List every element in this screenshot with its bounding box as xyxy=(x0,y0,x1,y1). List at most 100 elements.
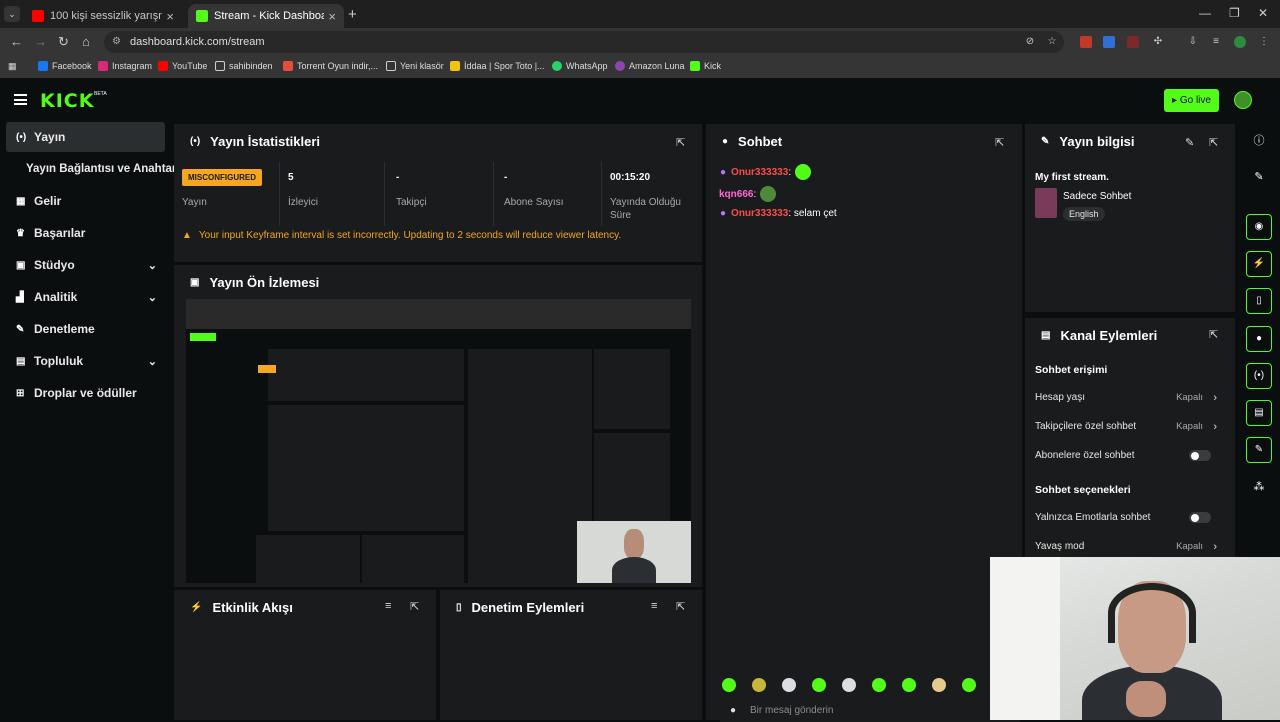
filter-icon[interactable]: ≡ xyxy=(385,600,391,612)
preview-title: Yayın Ön İzlemesi xyxy=(209,275,320,290)
extension-icon[interactable] xyxy=(1080,36,1092,48)
chat-message[interactable]: ● Onur333333: selam çet xyxy=(720,208,837,219)
kick-logo[interactable]: KICK xyxy=(40,90,94,112)
sidebar-item-droplar[interactable]: ⊞ Droplar ve ödüller xyxy=(6,378,165,408)
sidebar-item-label: Analitik xyxy=(34,290,78,304)
eye-off-icon[interactable]: ⊘ xyxy=(1024,36,1036,48)
bookmark-youtube[interactable]: YouTube xyxy=(158,61,207,71)
filter-icon[interactable]: ≡ xyxy=(651,600,657,612)
browser-tab[interactable]: 100 kişi sessizlik yarışmasında ! × xyxy=(24,4,182,28)
sidebar-item-gelir[interactable]: ▦ Gelir xyxy=(6,186,165,216)
sidebar-item-basarilar[interactable]: ♛ Başarılar xyxy=(6,218,165,248)
chat-message[interactable]: ● Onur333333: xyxy=(720,164,812,180)
minimize-icon[interactable]: — xyxy=(1199,6,1211,20)
chat-username[interactable]: Onur333333 xyxy=(731,208,788,219)
avatar[interactable] xyxy=(1234,91,1252,109)
broadcast-icon[interactable]: (•) xyxy=(1246,363,1272,389)
tab-title: Stream - Kick Dashboard xyxy=(214,10,325,22)
wrench-icon: ✎ xyxy=(1041,136,1050,147)
sidebar-item-studyo[interactable]: ▣ Stüdyo ⌄ xyxy=(6,250,165,280)
download-icon[interactable]: ⇩ xyxy=(1187,36,1199,48)
tab-search-icon[interactable]: ⌄ xyxy=(4,6,20,22)
info-icon[interactable]: ⓘ xyxy=(1246,128,1272,154)
chat-username[interactable]: kqn666 xyxy=(719,189,753,200)
emote-icon[interactable] xyxy=(782,678,796,692)
site-info-icon[interactable]: ⚙ xyxy=(112,31,121,53)
popout-icon[interactable]: ⇱ xyxy=(1209,328,1218,341)
emote-icon[interactable] xyxy=(902,678,916,692)
go-live-label: Go live xyxy=(1179,95,1211,106)
forward-icon[interactable]: → xyxy=(34,34,47,49)
popout-icon[interactable]: ⇱ xyxy=(676,136,685,149)
followers-only-row[interactable]: Takipçilere özel sohbet Kapalı › xyxy=(1035,421,1223,433)
server-icon[interactable]: ▤ xyxy=(1246,400,1272,426)
go-live-button[interactable]: ▸ Go live xyxy=(1164,89,1219,112)
extension-icon[interactable] xyxy=(1127,36,1139,48)
back-icon[interactable]: ← xyxy=(10,34,23,49)
bookmark-amazon-luna[interactable]: Amazon Luna xyxy=(615,61,685,71)
lightning-icon[interactable]: ⚡ xyxy=(1246,251,1272,277)
bookmark-whatsapp[interactable]: WhatsApp xyxy=(552,61,608,71)
home-icon[interactable]: ⌂ xyxy=(82,34,90,49)
profile-icon[interactable] xyxy=(1234,36,1246,48)
bookmark-instagram[interactable]: Instagram xyxy=(98,61,152,71)
wrench-icon[interactable]: ✎ xyxy=(1246,437,1272,463)
emote-icon[interactable] xyxy=(812,678,826,692)
sidebar-item-topluluk[interactable]: ▤ Topluluk ⌄ xyxy=(6,346,165,376)
more-widgets-icon[interactable]: ⁂ xyxy=(1246,474,1272,500)
media-control-icon[interactable]: ≡ xyxy=(1210,36,1222,48)
url-input[interactable]: ⚙ dashboard.kick.com/stream xyxy=(104,31,1064,53)
preview-toggle-icon[interactable]: ◉ xyxy=(1246,214,1272,240)
browser-tab-active[interactable]: Stream - Kick Dashboard × xyxy=(188,4,344,28)
apps-grid-icon[interactable]: ▦ xyxy=(8,61,17,72)
sidebar-item-stream-key[interactable]: Yayın Bağlantısı ve Anahtarı xyxy=(16,154,180,184)
browser-menu-icon[interactable]: ⋮ xyxy=(1258,36,1270,48)
subs-only-toggle[interactable] xyxy=(1189,450,1211,461)
channel-actions-title: Kanal Eylemleri xyxy=(1060,328,1158,343)
extensions-puzzle-icon[interactable]: ✣ xyxy=(1152,36,1164,48)
sidebar-item-analitik[interactable]: ▟ Analitik ⌄ xyxy=(6,282,165,312)
go-live-icon: ▸ xyxy=(1172,95,1180,106)
emote-icon[interactable] xyxy=(872,678,886,692)
account-age-row[interactable]: Hesap yaşı Kapalı › xyxy=(1035,392,1223,404)
hamburger-menu-icon[interactable] xyxy=(14,94,27,105)
chat-message[interactable]: kqn666: xyxy=(719,186,777,202)
panel-title: ▤ Kanal Eylemleri xyxy=(1041,328,1157,343)
bookmark-torrent[interactable]: Torrent Oyun indir,... xyxy=(283,61,378,71)
emote-icon[interactable] xyxy=(722,678,736,692)
edit-pencil-icon[interactable]: ✎ xyxy=(1246,164,1272,190)
restore-icon[interactable]: ❐ xyxy=(1229,6,1240,20)
bookmark-sahibinden[interactable]: sahibinden xyxy=(215,61,273,71)
bookmark-star-icon[interactable]: ☆ xyxy=(1046,36,1058,48)
popout-icon[interactable]: ⇱ xyxy=(1209,136,1218,149)
emote-icon[interactable] xyxy=(752,678,766,692)
emote-only-toggle[interactable] xyxy=(1189,512,1211,523)
popout-icon[interactable]: ⇱ xyxy=(676,600,685,613)
close-window-icon[interactable]: ✕ xyxy=(1258,6,1268,20)
bookmark-facebook[interactable]: Facebook xyxy=(38,61,92,71)
chat-username[interactable]: Onur333333 xyxy=(731,167,788,178)
chat-message-input[interactable]: ● Bir mesaj gönderin xyxy=(720,700,1020,722)
emote-icon[interactable] xyxy=(842,678,856,692)
reload-icon[interactable]: ↻ xyxy=(58,34,69,50)
bookmark-label: Instagram xyxy=(112,61,153,71)
popout-icon[interactable]: ⇱ xyxy=(410,600,419,613)
slow-mode-row[interactable]: Yavaş mod Kapalı › xyxy=(1035,541,1223,553)
popout-icon[interactable]: ⇱ xyxy=(995,136,1004,149)
chat-bubble-icon[interactable]: ● xyxy=(1246,326,1272,352)
translate-extension-icon[interactable] xyxy=(1103,36,1115,48)
sidebar-item-yayin[interactable]: (•) Yayın xyxy=(6,122,165,152)
clipboard-icon[interactable]: ▯ xyxy=(1246,288,1272,314)
bookmark-folder[interactable]: Yeni klasör xyxy=(386,61,444,71)
close-tab-icon[interactable]: × xyxy=(166,9,174,24)
stream-preview-video[interactable] xyxy=(186,299,691,583)
edit-pencil-icon[interactable]: ✎ xyxy=(1185,136,1194,149)
bookmark-iddaa[interactable]: İddaa | Spor Toto |... xyxy=(450,61,545,71)
bookmark-kick[interactable]: Kick xyxy=(690,61,721,71)
new-tab-icon[interactable]: + xyxy=(348,6,357,23)
emote-icon[interactable] xyxy=(932,678,946,692)
sidebar-nav: (•) Yayın Yayın Bağlantısı ve Anahtarı ▦ G… xyxy=(0,120,180,720)
close-tab-icon[interactable]: × xyxy=(328,9,336,24)
emote-icon[interactable] xyxy=(962,678,976,692)
sidebar-item-denetleme[interactable]: ✎ Denetleme xyxy=(6,314,165,344)
